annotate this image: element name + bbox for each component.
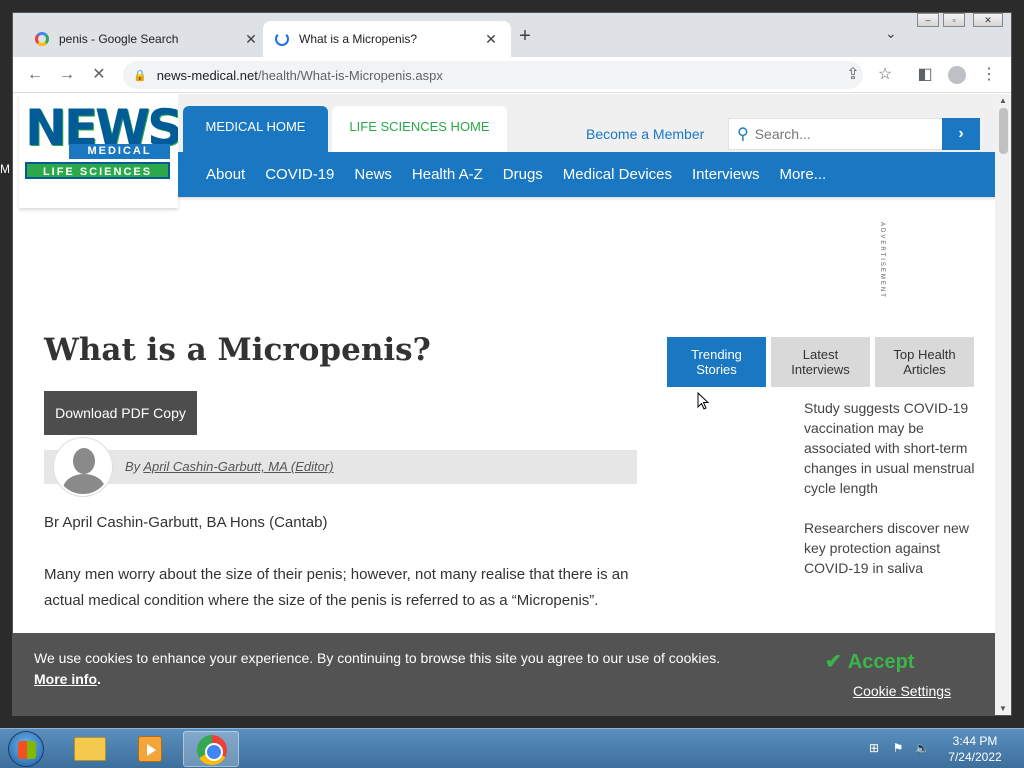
page-viewport: NEWS MEDICAL LIFE SCIENCES MEDICAL HOME …: [13, 94, 995, 715]
media-player-icon: [138, 736, 162, 762]
back-arrow-icon[interactable]: ←: [23, 63, 47, 87]
article-paragraph-credit: Br April Cashin-Garbutt, BA Hons (Cantab…: [44, 514, 328, 531]
stop-loading-icon[interactable]: ✕: [87, 63, 111, 87]
nav-medical-devices[interactable]: Medical Devices: [563, 166, 672, 183]
header-top-bar: MEDICAL HOME LIFE SCIENCES HOME Become a…: [178, 94, 995, 152]
logo-life-sciences-text: LIFE SCIENCES: [25, 162, 170, 179]
close-tab-icon[interactable]: ✕: [483, 31, 499, 48]
forward-arrow-icon[interactable]: →: [55, 63, 79, 87]
window-minimize-button[interactable]: –: [917, 13, 939, 27]
browser-toolbar: ← → ✕ 🔒 news-medical.net/health/What-is-…: [13, 57, 1011, 93]
accept-label: Accept: [847, 651, 915, 673]
article-title: What is a Micropenis?: [44, 332, 431, 368]
lock-icon: 🔒: [133, 69, 147, 82]
cookie-settings-link[interactable]: Cookie Settings: [853, 683, 951, 699]
start-button[interactable]: [8, 731, 44, 767]
medical-home-tab[interactable]: MEDICAL HOME: [183, 106, 328, 152]
url-domain: news-medical.net: [156, 67, 258, 83]
article-paragraph-intro: Many men worry about the size of their p…: [44, 566, 629, 609]
mouse-cursor-icon: [697, 392, 709, 410]
site-search-input[interactable]: ⚲ Search...: [728, 118, 943, 150]
page-scrollbar[interactable]: ▲ ▼: [995, 94, 1011, 715]
tab-trending-stories[interactable]: Trending Stories: [667, 337, 766, 387]
menu-kebab-icon[interactable]: ⋮: [977, 63, 1001, 87]
byline-prefix: By: [125, 459, 141, 474]
nav-interviews[interactable]: Interviews: [692, 166, 760, 183]
tab-strip: penis - Google Search ✕ What is a Microp…: [13, 13, 1011, 57]
desktop-screen: M penis - Google Search ✕ What is a Micr…: [0, 0, 1024, 768]
taskbar-chrome[interactable]: [183, 731, 239, 767]
search-submit-button[interactable]: ›: [942, 118, 980, 150]
taskbar-media-player[interactable]: [122, 731, 178, 767]
chrome-icon: [197, 735, 227, 765]
address-bar[interactable]: 🔒 news-medical.net/health/What-is-Microp…: [123, 61, 863, 89]
logo-medical-text: MEDICAL: [69, 144, 170, 159]
nav-health-a-z[interactable]: Health A-Z: [412, 166, 483, 183]
tab-title: penis - Google Search: [59, 32, 179, 46]
clock-date: 7/24/2022: [948, 750, 1002, 764]
cookie-banner: We use cookies to enhance your experienc…: [13, 633, 995, 715]
download-pdf-button[interactable]: Download PDF Copy: [44, 391, 197, 435]
more-info-suffix: .: [97, 671, 101, 687]
taskbar-explorer[interactable]: [62, 731, 118, 767]
site-logo[interactable]: NEWS MEDICAL LIFE SCIENCES: [19, 94, 183, 208]
bookmark-star-icon[interactable]: ☆: [873, 63, 897, 87]
become-member-link[interactable]: Become a Member: [586, 126, 704, 142]
cookie-more-info: More info.: [34, 671, 101, 687]
window-close-button[interactable]: ✕: [973, 13, 1003, 27]
url-path: /health/What-is-Micropenis.aspx: [257, 67, 443, 83]
close-tab-icon[interactable]: ✕: [243, 31, 259, 48]
author-avatar[interactable]: [54, 438, 112, 496]
google-g-icon: [35, 32, 49, 46]
nav-about[interactable]: About: [206, 166, 245, 183]
windows-logo-icon: [18, 741, 36, 759]
checkmark-icon: ✔: [825, 651, 842, 673]
scrollbar-thumb[interactable]: [999, 108, 1008, 154]
scroll-down-arrow-icon[interactable]: ▼: [999, 704, 1007, 713]
trending-story-link[interactable]: Study suggests COVID-19 vaccination may …: [804, 398, 976, 498]
main-nav: About COVID-19 News Health A-Z Drugs Med…: [178, 152, 995, 197]
header-shadow: [178, 197, 995, 201]
nav-more[interactable]: More...: [780, 166, 827, 183]
byline-text: By April Cashin-Garbutt, MA (Editor): [125, 459, 334, 474]
profile-icon[interactable]: [945, 63, 969, 87]
window-maximize-button[interactable]: ▫: [943, 13, 965, 27]
nav-drugs[interactable]: Drugs: [503, 166, 543, 183]
life-sciences-home-tab[interactable]: LIFE SCIENCES HOME: [332, 106, 507, 152]
search-icon: ⚲: [737, 126, 749, 143]
tab-google-search[interactable]: penis - Google Search ✕: [23, 21, 272, 57]
advertisement-label: ADVERTISEMENT: [879, 222, 885, 299]
site-header: NEWS MEDICAL LIFE SCIENCES MEDICAL HOME …: [13, 94, 995, 208]
tab-search-chevron-icon[interactable]: ⌄: [885, 25, 897, 42]
more-info-link[interactable]: More info: [34, 671, 97, 687]
background-window-edge-text: M: [0, 162, 10, 176]
nav-news[interactable]: News: [354, 166, 392, 183]
share-icon[interactable]: ⇪: [841, 63, 865, 87]
clock-time: 3:44 PM: [952, 734, 998, 748]
trending-story-link[interactable]: Researchers discover new key protection …: [804, 518, 976, 578]
network-icon[interactable]: ⊞: [866, 741, 882, 755]
search-placeholder: Search...: [754, 126, 811, 142]
folder-icon: [74, 737, 106, 761]
tab-top-health-articles[interactable]: Top Health Articles: [875, 337, 974, 387]
new-tab-button[interactable]: +: [513, 25, 537, 48]
side-panel-icon[interactable]: ◧: [913, 63, 937, 87]
author-byline: By April Cashin-Garbutt, MA (Editor): [44, 438, 637, 496]
action-center-flag-icon[interactable]: ⚑: [890, 741, 906, 755]
scroll-up-arrow-icon[interactable]: ▲: [999, 96, 1007, 105]
nav-covid-19[interactable]: COVID-19: [265, 166, 334, 183]
cookie-message: We use cookies to enhance your experienc…: [34, 650, 721, 666]
sidebar-tabs: Trending Stories Latest Interviews Top H…: [667, 337, 974, 387]
browser-window: penis - Google Search ✕ What is a Microp…: [12, 12, 1012, 716]
tab-active-article[interactable]: What is a Micropenis? ✕: [263, 21, 511, 57]
system-clock[interactable]: 3:44 PM 7/24/2022: [940, 733, 1010, 765]
tab-title: What is a Micropenis?: [299, 32, 418, 46]
accept-cookies-button[interactable]: ✔ Accept: [825, 649, 914, 674]
volume-icon[interactable]: 🔈: [914, 741, 930, 755]
loading-spinner-icon: [275, 32, 289, 46]
author-link[interactable]: April Cashin-Garbutt, MA (Editor): [143, 459, 333, 474]
windows-taskbar: ⊞ ⚑ 🔈 3:44 PM 7/24/2022: [0, 728, 1024, 768]
tab-latest-interviews[interactable]: Latest Interviews: [771, 337, 870, 387]
